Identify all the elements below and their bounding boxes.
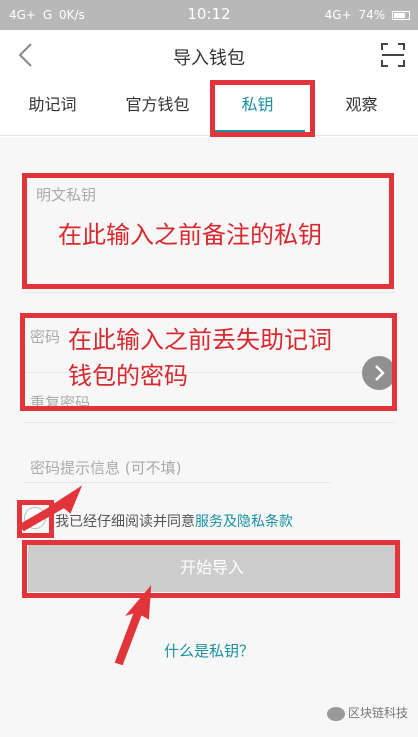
watermark-label: 区块链科技 [347, 706, 408, 720]
wechat-icon [326, 706, 345, 721]
watermark: 区块链科技 [326, 704, 408, 721]
annotation-arrow-checkbox [18, 485, 83, 532]
annotation-arrows [18, 485, 152, 666]
annotation-arrow-import [114, 585, 152, 666]
